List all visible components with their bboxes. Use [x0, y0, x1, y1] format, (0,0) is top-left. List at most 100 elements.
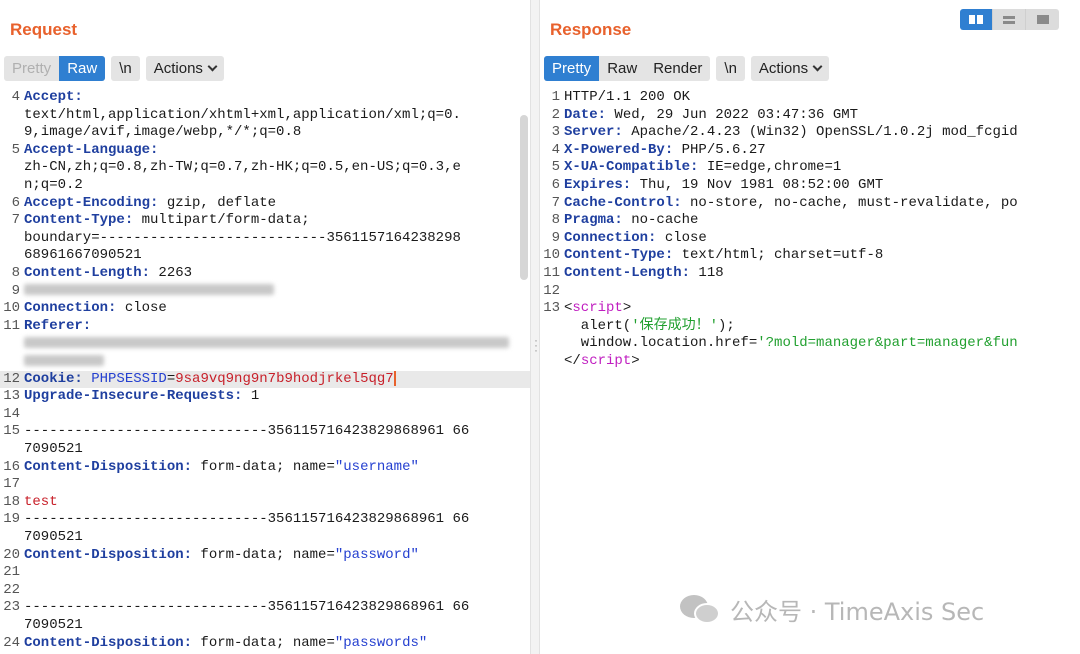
code-token: HTTP/1.1 200 OK — [564, 89, 691, 105]
code-text: Cookie: PHPSESSID=9sa9vq9ng9n7b9hodjrkel… — [24, 370, 530, 389]
code-token: Connection: — [24, 300, 117, 317]
request-scrollbar[interactable] — [520, 115, 528, 280]
newline-toggle-button[interactable]: \n — [111, 56, 140, 81]
code-text: Expires: Thu, 19 Nov 1981 08:52:00 GMT — [564, 177, 1080, 195]
code-token: zh-CN,zh;q=0.8,zh-TW;q=0.7,zh-HK;q=0.5,e… — [24, 159, 461, 176]
line-number: 21 — [3, 564, 20, 581]
code-token: 7090521 — [24, 441, 83, 458]
code-token: script — [580, 352, 632, 369]
code-line — [0, 335, 530, 353]
code-line: 4 X-Powered-By: PHP/5.6.27 — [540, 142, 1080, 160]
code-text: 9,image/avif,image/webp,*/*;q=0.8 — [24, 124, 530, 142]
code-token: Accept-Language: — [24, 141, 159, 158]
code-line: 22 — [0, 582, 530, 600]
code-line: 7090521 — [0, 441, 530, 459]
chevron-down-icon — [812, 61, 823, 72]
request-toolbar: Pretty Raw \n Actions — [4, 56, 224, 81]
code-token: close — [116, 300, 167, 317]
line-number: 6 — [551, 176, 560, 193]
code-text: alert('保存成功！'); — [564, 318, 1080, 336]
code-line: 7 Cache-Control: no-store, no-cache, must… — [540, 195, 1080, 213]
tab-pretty[interactable]: Pretty — [4, 56, 59, 81]
text-cursor — [393, 370, 396, 386]
watermark: 公众号 · TimeAxis Sec — [680, 592, 984, 627]
code-text: zh-CN,zh;q=0.8,zh-TW;q=0.7,zh-HK;q=0.5,e… — [24, 159, 530, 177]
redacted-text — [24, 337, 509, 349]
code-token: multipart/form-data; — [133, 212, 310, 229]
line-number — [0, 353, 24, 371]
code-line: 8 Content-Length: 2263 — [0, 265, 530, 283]
redacted-text — [24, 354, 104, 366]
split-rows-icon[interactable] — [993, 9, 1026, 30]
line-number: 12 — [3, 370, 20, 387]
code-token: window.location.href= — [564, 335, 758, 352]
code-line: 18 test — [0, 494, 530, 512]
code-line: 20 Content-Disposition: form-data; name="… — [0, 547, 530, 565]
newline-toggle-button[interactable]: \n — [716, 56, 745, 81]
line-number — [0, 441, 24, 459]
code-line: 11 Referer: — [0, 318, 530, 336]
line-number: 19 — [3, 511, 20, 528]
code-line: 24 Content-Disposition: form-data; name="… — [0, 635, 530, 653]
code-line: 19 -----------------------------356115716… — [0, 511, 530, 529]
tab-raw[interactable]: Raw — [599, 56, 645, 81]
code-line: n;q=0.2 — [0, 177, 530, 195]
code-text: Content-Length: 2263 — [24, 265, 530, 283]
code-token: IE=edge,chrome=1 — [698, 159, 842, 176]
request-editor[interactable]: 4 Accept: text/html,application/xhtml+xml,… — [0, 89, 530, 654]
code-line: zh-CN,zh;q=0.8,zh-TW;q=0.7,zh-HK;q=0.5,e… — [0, 159, 530, 177]
tab-pretty[interactable]: Pretty — [544, 56, 600, 81]
line-number: 22 — [3, 581, 20, 598]
code-token: alert( — [564, 317, 632, 334]
code-line: 10 Content-Type: text/html; charset=utf-8 — [540, 247, 1080, 265]
code-token: '保存成功！' — [631, 317, 719, 334]
code-line: 5 Accept-Language: — [0, 142, 530, 160]
tab-raw[interactable]: Raw — [59, 56, 106, 81]
code-token: 1 — [242, 388, 260, 405]
response-pane: Response Pretty Raw Render \n Actions 1H… — [540, 0, 1080, 654]
code-token: 9sa9vq9ng9n7b9hodjrkel5qg7 — [175, 370, 394, 387]
code-text: Referer: — [24, 318, 530, 336]
code-line: window.location.href='?mold=manager&part… — [540, 335, 1080, 353]
line-number — [0, 617, 24, 635]
tab-render[interactable]: Render — [645, 56, 710, 81]
code-token: Wed, 29 Jun 2022 03:47:36 GMT — [606, 106, 859, 123]
code-token: n;q=0.2 — [24, 176, 83, 193]
code-token: 7090521 — [24, 617, 83, 634]
line-number: 4 — [11, 89, 20, 105]
line-number: 18 — [3, 493, 20, 510]
code-token: Apache/2.4.23 (Win32) OpenSSL/1.0.2j mod… — [622, 124, 1018, 141]
response-editor[interactable]: 1 HTTP/1.1 200 OK 2 Date: Wed, 29 Jun 2022 … — [540, 89, 1080, 654]
line-number: 6 — [11, 194, 20, 211]
actions-dropdown[interactable]: Actions — [145, 56, 224, 81]
code-text: Accept-Language: — [24, 142, 530, 160]
code-token: "username" — [334, 458, 419, 475]
line-number: 23 — [3, 599, 20, 616]
code-text: -----------------------------35611571642… — [24, 511, 530, 529]
chevron-down-icon — [207, 61, 218, 72]
code-line: 17 — [0, 476, 530, 494]
code-token: Connection: — [564, 229, 657, 246]
code-text: Content-Type: text/html; charset=utf-8 — [564, 247, 1080, 265]
code-token: Cookie: — [24, 370, 83, 387]
drag-handle-icon[interactable]: · · · — [534, 334, 538, 356]
code-token: script — [572, 300, 623, 317]
response-toolbar: Pretty Raw Render \n Actions — [544, 56, 830, 81]
code-token: > — [631, 352, 640, 369]
code-text: Content-Disposition: form-data; name="pa… — [24, 635, 530, 653]
line-number — [540, 335, 564, 353]
wechat-icon — [680, 594, 722, 625]
split-columns-icon[interactable] — [960, 9, 993, 30]
code-token: Cache-Control: — [564, 194, 682, 211]
code-token: Content-Disposition: — [24, 458, 193, 475]
code-text: boundary=---------------------------3561… — [24, 230, 530, 248]
pane-divider[interactable]: · · · — [530, 0, 540, 654]
code-line: 10 Connection: close — [0, 300, 530, 318]
code-line: 13 <script> — [540, 300, 1080, 318]
code-text: Accept: — [24, 89, 530, 107]
actions-dropdown[interactable]: Actions — [750, 56, 830, 81]
code-token: Expires: — [564, 176, 632, 193]
single-pane-icon[interactable] — [1026, 9, 1059, 30]
